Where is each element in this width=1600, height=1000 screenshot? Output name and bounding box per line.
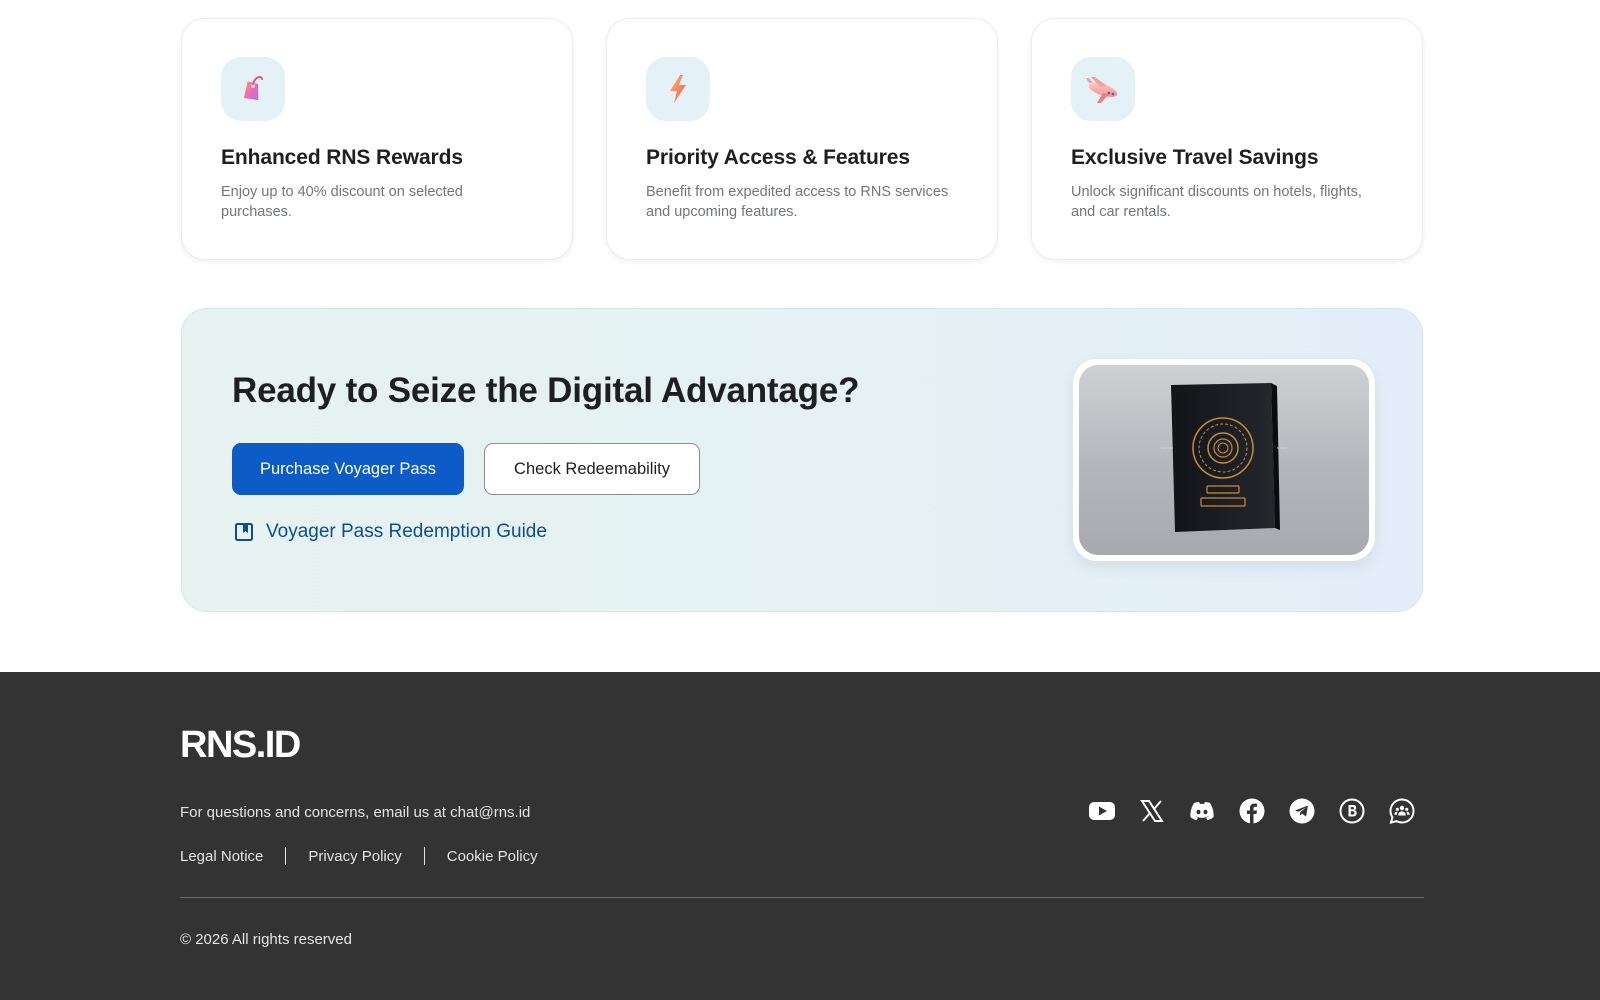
contact-text: For questions and concerns, email us at … bbox=[180, 804, 531, 821]
footer-divider bbox=[180, 897, 1424, 898]
b-icon[interactable] bbox=[1339, 798, 1365, 824]
facebook-icon[interactable] bbox=[1239, 798, 1265, 824]
redemption-guide-label: Voyager Pass Redemption Guide bbox=[266, 521, 547, 542]
legal-notice-link[interactable]: Legal Notice bbox=[180, 848, 263, 865]
voyager-pass-image-frame bbox=[1073, 359, 1375, 561]
feature-title: Priority Access & Features bbox=[646, 146, 910, 169]
copyright-text: © 2026 All rights reserved bbox=[180, 931, 352, 948]
chat-group-icon[interactable] bbox=[1389, 798, 1415, 824]
feature-card-travel: Exclusive Travel Savings Unlock signific… bbox=[1031, 18, 1423, 260]
feature-description: Unlock significant discounts on hotels, … bbox=[1071, 184, 1362, 220]
privacy-policy-link[interactable]: Privacy Policy bbox=[308, 848, 401, 865]
airplane-icon bbox=[1071, 57, 1135, 121]
link-divider bbox=[423, 847, 425, 865]
feature-description: Enjoy up to 40% discount on selected pur… bbox=[221, 184, 463, 220]
feature-card-priority: Priority Access & Features Benefit from … bbox=[606, 18, 998, 260]
social-links bbox=[1089, 798, 1415, 824]
check-redeemability-button[interactable]: Check Redeemability bbox=[484, 443, 700, 495]
rns-logo[interactable]: RNS.ID bbox=[180, 724, 301, 767]
cookie-policy-link[interactable]: Cookie Policy bbox=[447, 848, 538, 865]
telegram-icon[interactable] bbox=[1289, 798, 1315, 824]
x-icon[interactable] bbox=[1139, 798, 1165, 824]
feature-title: Exclusive Travel Savings bbox=[1071, 146, 1319, 169]
voyager-pass-passport-image bbox=[1079, 365, 1369, 555]
tag-icon bbox=[221, 57, 285, 121]
footer-legal-links: Legal Notice Privacy Policy Cookie Polic… bbox=[180, 847, 538, 865]
link-divider bbox=[285, 847, 287, 865]
site-footer: RNS.ID For questions and concerns, email… bbox=[0, 672, 1600, 1000]
feature-card-rewards: Enhanced RNS Rewards Enjoy up to 40% dis… bbox=[181, 18, 573, 260]
cta-title: Ready to Seize the Digital Advantage? bbox=[232, 371, 860, 410]
redemption-guide-link[interactable]: Voyager Pass Redemption Guide bbox=[234, 521, 547, 543]
youtube-icon[interactable] bbox=[1089, 798, 1115, 824]
cta-banner: Ready to Seize the Digital Advantage? Pu… bbox=[181, 308, 1423, 612]
purchase-voyager-pass-button[interactable]: Purchase Voyager Pass bbox=[232, 443, 464, 495]
feature-description: Benefit from expedited access to RNS ser… bbox=[646, 184, 949, 220]
lightning-icon bbox=[646, 57, 710, 121]
discord-icon[interactable] bbox=[1189, 798, 1215, 824]
feature-title: Enhanced RNS Rewards bbox=[221, 146, 463, 169]
book-icon bbox=[234, 522, 254, 542]
feature-cards: Enhanced RNS Rewards Enjoy up to 40% dis… bbox=[181, 18, 1423, 260]
